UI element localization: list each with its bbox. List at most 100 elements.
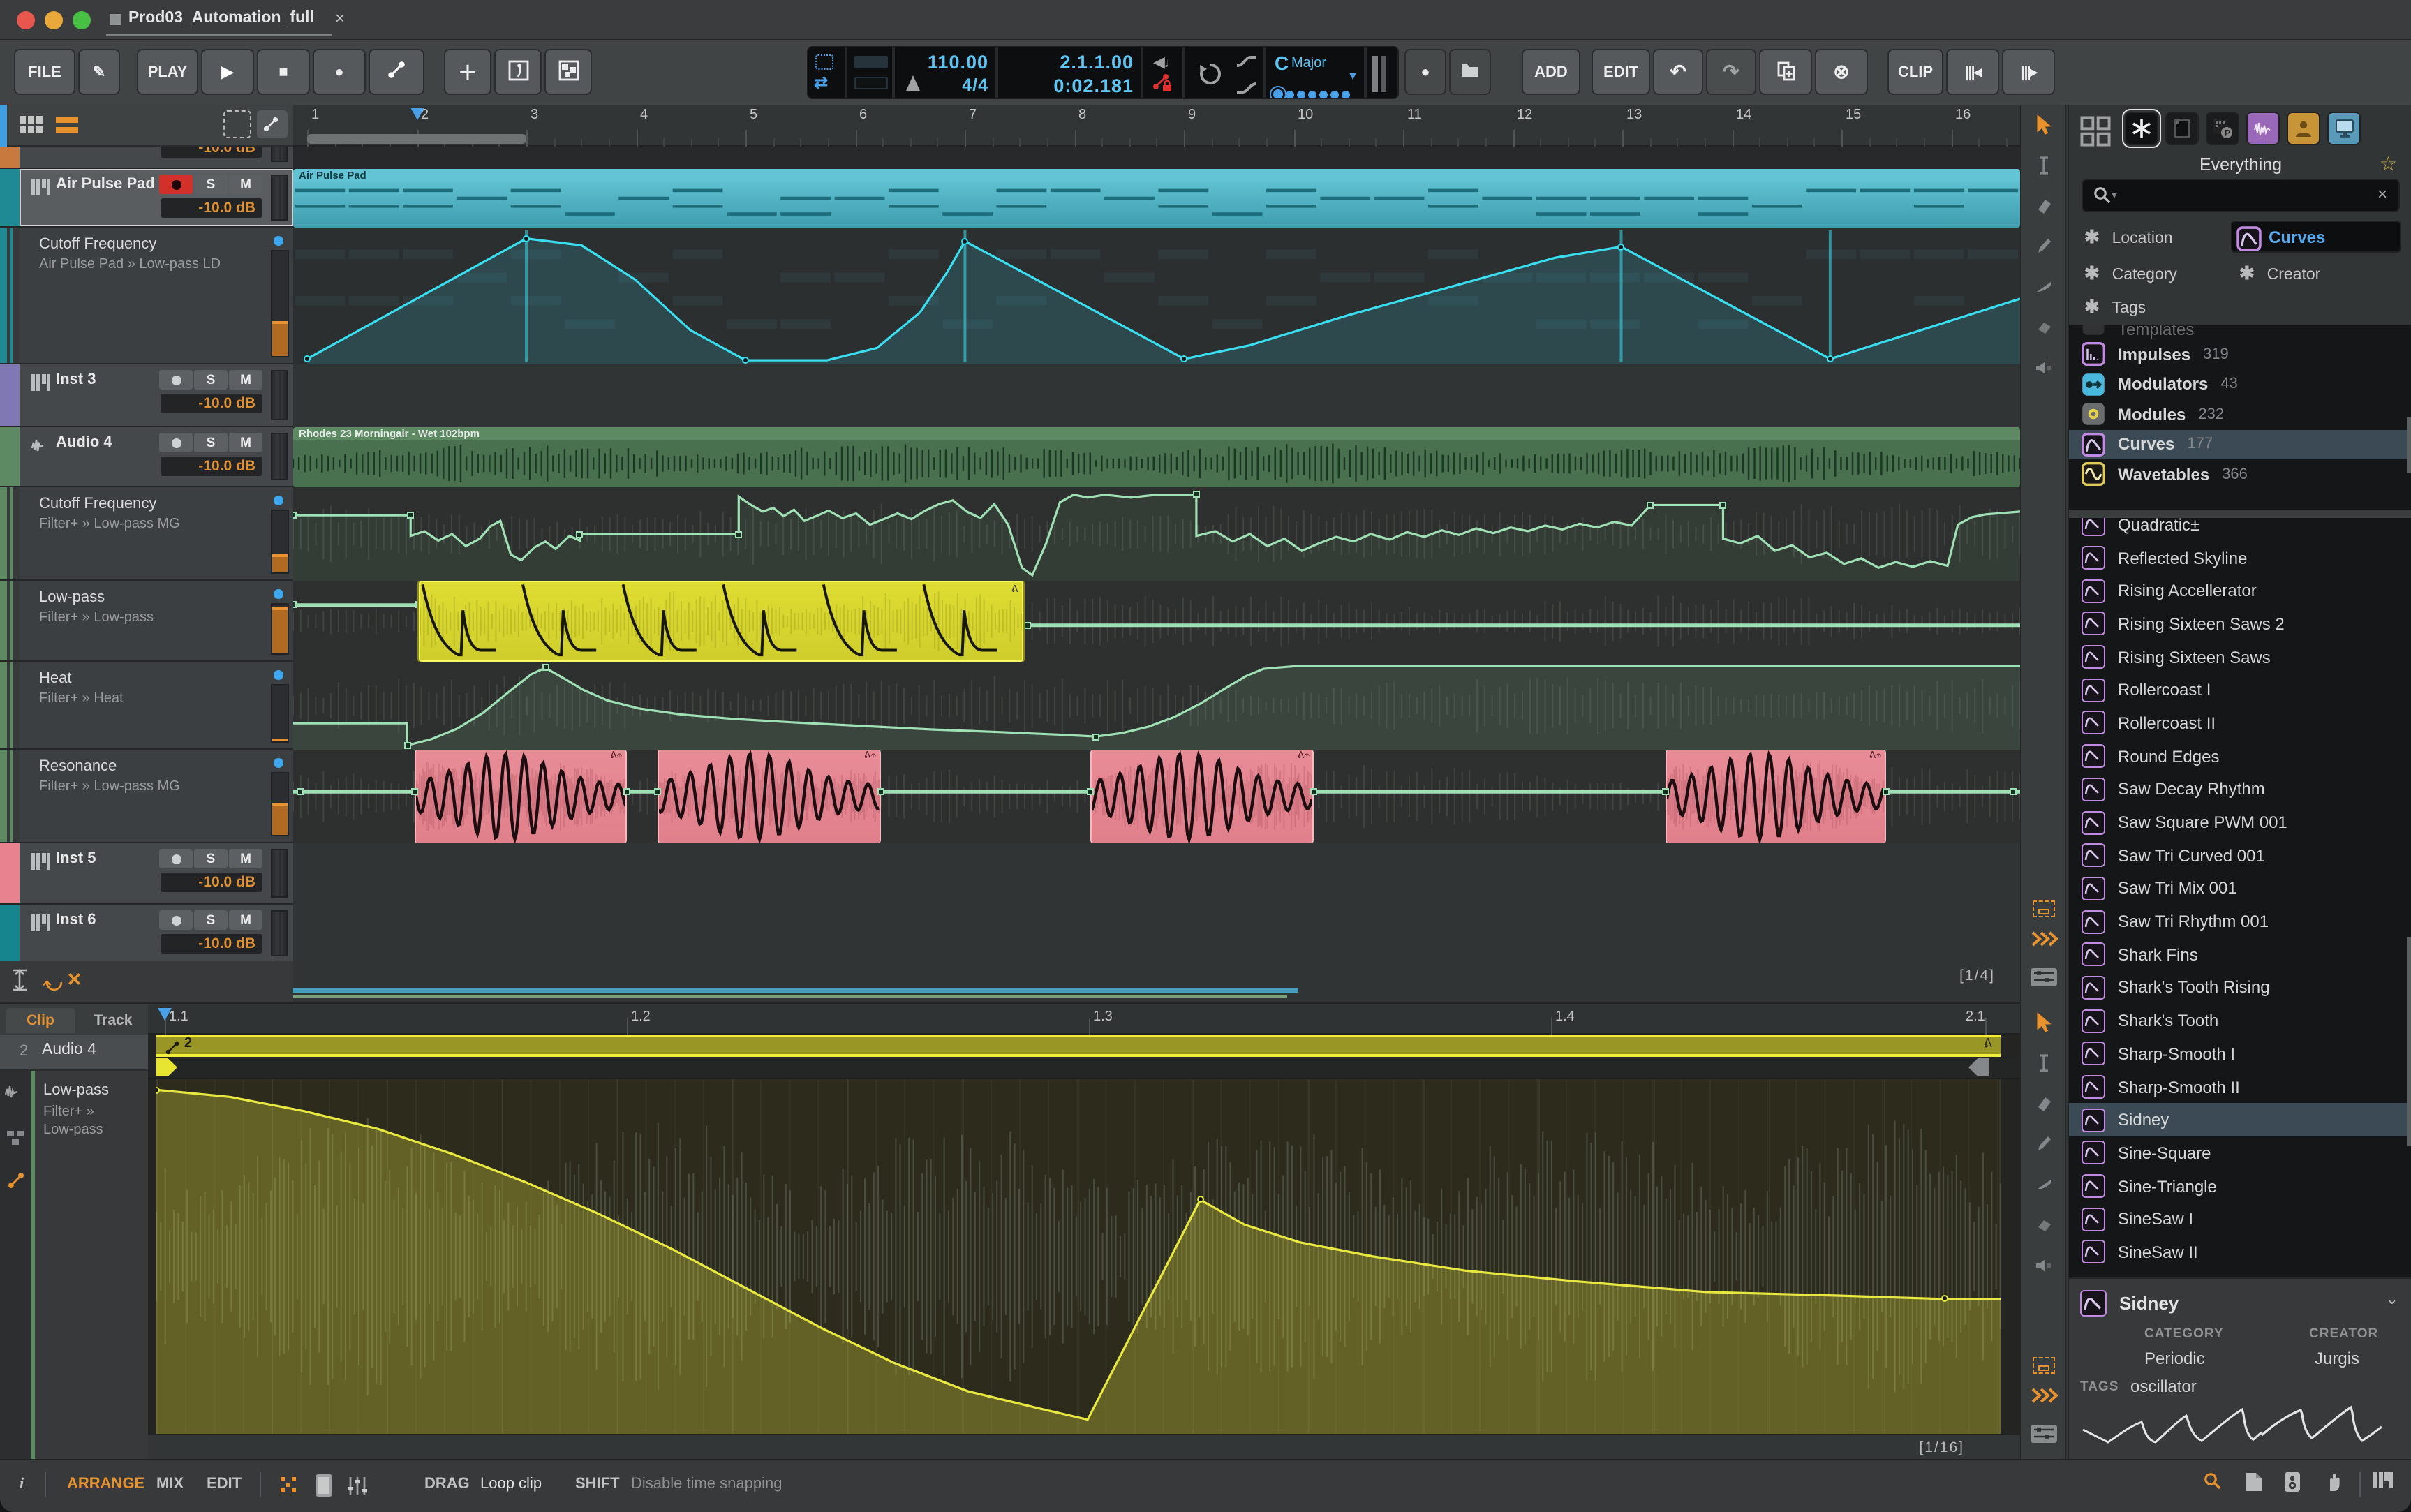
- pencil-tool-icon[interactable]: [2033, 236, 2053, 264]
- arranger-lane-6[interactable]: ᕕ: [293, 581, 2020, 662]
- track-row-air-pulse-pad[interactable]: Air Pulse PadSM-10.0 dB: [0, 169, 293, 228]
- knife-tool-icon[interactable]: [2033, 1174, 2053, 1202]
- add-track-icon-button[interactable]: ＋: [444, 49, 491, 95]
- tab-clip[interactable]: Clip: [6, 1008, 75, 1033]
- record-arm-button[interactable]: [159, 370, 193, 390]
- mode-mix[interactable]: MIX: [156, 1476, 184, 1492]
- record-arm-button[interactable]: [159, 910, 193, 930]
- search-icon[interactable]: [2093, 186, 2111, 211]
- result-row[interactable]: Rollercoast I: [2069, 674, 2411, 706]
- loop-icon[interactable]: [1196, 60, 1224, 95]
- add-button[interactable]: ADD: [1522, 49, 1580, 95]
- filter-location[interactable]: ✱ Location: [2084, 225, 2173, 250]
- automation-point[interactable]: [1193, 491, 1200, 498]
- category-scrollbar[interactable]: [2406, 417, 2411, 473]
- preview-speaker-icon[interactable]: [2284, 1472, 2301, 1497]
- filter-tags[interactable]: ✱ Tags: [2084, 295, 2146, 320]
- automation-lane-icon[interactable]: [6, 1171, 24, 1196]
- filter-creator[interactable]: ✱ Creator: [2239, 261, 2320, 286]
- track-row-inst-5[interactable]: Inst 5SM-10.0 dB: [0, 843, 293, 905]
- track-row-low-pass[interactable]: Low-passFilter+ » Low-pass: [0, 581, 293, 662]
- automation-point[interactable]: [1023, 622, 1030, 629]
- automation-point[interactable]: [1196, 1196, 1203, 1203]
- key-cell[interactable]: C Major ▼: [1266, 47, 1367, 98]
- clip-rhodes[interactable]: Rhodes 23 Morningair - Wet 102bpm: [293, 427, 2020, 487]
- automation-point[interactable]: [542, 665, 549, 672]
- record-arm-button[interactable]: [159, 175, 193, 194]
- eraser-tool-icon[interactable]: [2033, 195, 2053, 223]
- result-row[interactable]: Sidney: [2069, 1104, 2411, 1136]
- mute-button[interactable]: M: [229, 433, 262, 452]
- automation-lane-header[interactable]: HeatFilter+ » Heat: [20, 662, 293, 748]
- solo-button[interactable]: S: [194, 849, 228, 868]
- horizontal-scrollbar-green[interactable]: [293, 995, 1287, 998]
- automation-active-dot[interactable]: [274, 670, 283, 680]
- automation-point[interactable]: [304, 355, 311, 362]
- result-row[interactable]: Rising Sixteen Saws: [2069, 641, 2411, 674]
- resize-tracks-icon[interactable]: [11, 969, 28, 1002]
- editor-snap-badge[interactable]: [1/16]: [1919, 1439, 1964, 1456]
- record-arm-button[interactable]: [159, 433, 193, 452]
- fast-forward-icon[interactable]: [2029, 1386, 2057, 1411]
- arranger-lane-3[interactable]: [293, 364, 2020, 427]
- result-row[interactable]: Saw Tri Mix 001: [2069, 872, 2411, 905]
- delete-button[interactable]: ⊗: [1815, 49, 1868, 95]
- fast-forward-icon[interactable]: [2029, 930, 2057, 955]
- automation-point[interactable]: [1181, 355, 1188, 362]
- category-row-modulators[interactable]: Modulators43: [2069, 369, 2411, 399]
- result-row[interactable]: Round Edges: [2069, 740, 2411, 773]
- piano-icon[interactable]: [2373, 1472, 2393, 1492]
- pointer-tool-icon[interactable]: [2033, 1011, 2054, 1040]
- clip-resonance-3[interactable]: ᕕ𝄐: [1666, 750, 1885, 843]
- cutoff-automation-curve[interactable]: [293, 228, 2020, 364]
- editor[interactable]: 1.11.21.31.42.1 2 ᕕ [1/16]: [148, 1002, 2020, 1459]
- lane-value-fader[interactable]: [271, 603, 289, 655]
- transport-extra-folder[interactable]: [1449, 49, 1491, 95]
- transport-engine-cell[interactable]: ⇄: [808, 47, 847, 98]
- search-clear-icon[interactable]: ×: [2377, 184, 2387, 204]
- automation-point[interactable]: [1663, 788, 1670, 795]
- wedge-tool-icon[interactable]: [2033, 317, 2053, 345]
- browser-title[interactable]: Everything: [2069, 155, 2411, 175]
- automation-point[interactable]: [1719, 501, 1726, 508]
- result-row[interactable]: Saw Decay Rhythm: [2069, 773, 2411, 806]
- clip-button[interactable]: CLIP: [1887, 49, 1943, 95]
- result-row[interactable]: Saw Square PWM 001: [2069, 806, 2411, 838]
- automation-settings-icon[interactable]: [2029, 1424, 2057, 1451]
- track-name[interactable]: Inst 6: [56, 912, 156, 928]
- metronome-icon[interactable]: [906, 75, 920, 91]
- project-edit-button[interactable]: ✎: [78, 49, 120, 95]
- follow-playhead-icon[interactable]: ⤸: [31, 980, 64, 991]
- result-row[interactable]: Rising Sixteen Saws 2: [2069, 607, 2411, 640]
- track-header[interactable]: Inst 5SM-10.0 dB: [20, 843, 293, 903]
- automation-mode-button[interactable]: [257, 110, 288, 138]
- samples-tab[interactable]: [2246, 112, 2280, 145]
- fade-curve2-icon[interactable]: [1236, 78, 1258, 99]
- automation-point[interactable]: [1882, 788, 1889, 795]
- automation-point[interactable]: [293, 602, 297, 609]
- arranger-snap-badge[interactable]: [1/4]: [1959, 968, 1995, 984]
- automation-point[interactable]: [410, 788, 417, 795]
- zoom-window-button[interactable]: [73, 11, 91, 29]
- devices-tab[interactable]: [2165, 112, 2199, 145]
- clip-resonance-1[interactable]: ᕕ𝄐: [658, 750, 880, 843]
- category-row-partial[interactable]: Templates: [2069, 325, 2411, 339]
- pencil-tool-icon[interactable]: [2033, 1134, 2053, 1162]
- mixer-icon[interactable]: [346, 1476, 369, 1501]
- track-header[interactable]: Inst 3SM-10.0 dB: [20, 364, 293, 426]
- automation-point[interactable]: [623, 788, 630, 795]
- result-row[interactable]: Rising Accellerator: [2069, 575, 2411, 607]
- groove-cell[interactable]: [1367, 47, 1399, 98]
- result-row[interactable]: Sharp-Smooth II: [2069, 1070, 2411, 1103]
- track-volume[interactable]: -10.0 dB: [161, 394, 262, 413]
- grid-view-icon[interactable]: [20, 116, 45, 141]
- lane-value-fader[interactable]: [271, 250, 289, 357]
- result-row[interactable]: Sine-Square: [2069, 1136, 2411, 1169]
- automation-point[interactable]: [1942, 1296, 1949, 1303]
- clip-launcher-toggle[interactable]: [494, 49, 542, 95]
- track-name[interactable]: Inst 3: [56, 371, 156, 388]
- track-header[interactable]: Air Pulse PadSM-10.0 dB: [20, 169, 293, 226]
- transport-extra-record[interactable]: ●: [1404, 49, 1446, 95]
- automation-point[interactable]: [297, 788, 304, 795]
- position-cell[interactable]: 2.1.1.00 0:02.181: [998, 47, 1143, 98]
